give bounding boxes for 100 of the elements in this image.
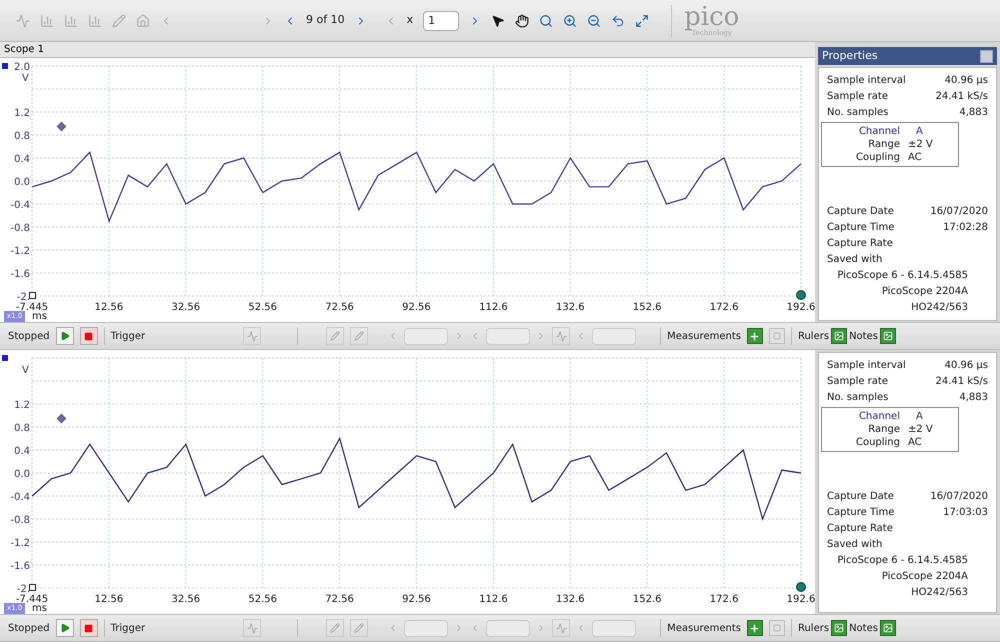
input-field[interactable] (486, 620, 530, 636)
plus-icon (749, 622, 760, 634)
property-label: Coupling (854, 151, 901, 165)
property-value: 4,883 (959, 106, 988, 120)
input-field[interactable] (592, 328, 636, 344)
input-field[interactable] (592, 620, 636, 636)
x-tick-label: -7.445 (16, 594, 48, 605)
falling-edge-button[interactable] (350, 327, 368, 345)
property-label: Capture Rate (827, 236, 893, 250)
y-tick-label: 0.0 (14, 177, 30, 188)
x-tick-label: 152.6 (632, 302, 662, 313)
run-button[interactable] (56, 619, 74, 637)
scope-tab[interactable]: Scope 1 (4, 42, 44, 57)
x-tick-label: 172.6 (710, 302, 738, 313)
property-label: Sample rate (827, 90, 888, 104)
pulse-button[interactable] (552, 327, 570, 345)
property-value: PicoScope 6 - 6.14.5.4585 (837, 554, 968, 568)
y-tick-label: -1.6 (10, 561, 30, 572)
bar-chart-icon[interactable] (64, 14, 78, 28)
y-tick-label: -0.4 (10, 200, 30, 211)
property-label: Capture Rate (827, 522, 893, 536)
rising-edge-button[interactable] (326, 327, 344, 345)
input-field[interactable] (404, 328, 448, 344)
rulers-button[interactable] (831, 328, 848, 344)
y-tick-label: -0.4 (10, 492, 30, 503)
y-tick-label: -1.6 (10, 269, 30, 280)
zoom-out-icon[interactable] (587, 14, 602, 28)
pencil-icon (330, 623, 340, 633)
falling-edge-button[interactable] (350, 619, 368, 637)
add-measurement-button[interactable] (746, 620, 763, 636)
pencil-icon[interactable] (112, 14, 126, 28)
input-field[interactable] (486, 328, 530, 344)
y-tick-label: 0.8 (14, 423, 30, 434)
x-tick-label: 92.56 (402, 302, 431, 313)
plus-icon (749, 330, 760, 342)
zoom-field[interactable]: 1 (423, 10, 460, 30)
ruler-handle-icon[interactable] (29, 584, 36, 591)
hand-icon[interactable] (515, 14, 530, 28)
property-value: 16/07/2020 (930, 490, 988, 504)
property-value: 40.96 µs (944, 358, 988, 372)
property-label: Saved with (827, 252, 882, 266)
property-label: Range (867, 138, 901, 152)
notes-button[interactable] (880, 328, 896, 344)
y-tick-label: 0.8 (14, 131, 30, 142)
waveform-icon (556, 330, 567, 342)
property-value: PicoScope 2204A (882, 570, 968, 584)
property-label: No. samples (827, 390, 888, 404)
x-tick-label: -7.445 (16, 302, 48, 313)
close-button[interactable] (980, 50, 993, 62)
rulers-label: Rulers (798, 330, 830, 344)
channel-marker-icon (2, 355, 8, 361)
rulers-button[interactable] (831, 620, 848, 636)
x-tick-label: 72.56 (325, 594, 354, 605)
x-tick-label: 192.6 (786, 594, 815, 605)
property-value: 16/07/2020 (930, 204, 988, 218)
x-tick-label: 112.6 (479, 594, 508, 605)
property-label: Coupling (854, 436, 901, 450)
property-value: PicoScope 2204A (882, 284, 968, 298)
stop-button[interactable] (80, 327, 98, 345)
bar-chart-icon[interactable] (40, 14, 54, 28)
y-tick-label: 1.2 (14, 108, 30, 119)
pulse-button[interactable] (552, 619, 570, 637)
notes-button[interactable] (880, 620, 896, 636)
undo-icon[interactable] (611, 14, 626, 28)
property-label: Capture Date (827, 490, 894, 504)
waveform-icon (246, 330, 258, 342)
time-unit-label: ms (32, 602, 47, 614)
waveform-icon (556, 622, 567, 634)
trigger-mode-button[interactable] (243, 619, 262, 637)
rising-edge-button[interactable] (326, 619, 344, 637)
y-tick-label: -0.8 (10, 515, 30, 526)
property-value: 24.41 kS/s (935, 374, 988, 388)
status-text: Stopped (8, 622, 50, 636)
property-value: PicoScope 6 - 6.14.5.4585 (837, 268, 968, 282)
waveform-icon[interactable] (16, 14, 30, 28)
home-icon[interactable] (136, 14, 150, 28)
pointer-icon[interactable] (491, 14, 506, 28)
square-icon (772, 624, 781, 632)
bar-chart-icon[interactable] (88, 14, 102, 28)
measurements-label: Measurements (667, 330, 741, 344)
unit-label: V (22, 364, 29, 378)
x-tick-label: 112.6 (479, 302, 508, 313)
stop-button[interactable] (80, 619, 98, 637)
y-tick-label: -1.2 (10, 538, 30, 549)
x-tick-label: 172.6 (710, 594, 738, 605)
trigger-label: Trigger (110, 622, 146, 636)
trigger-mode-button[interactable] (243, 327, 262, 345)
waveform-icon (246, 622, 258, 634)
run-button[interactable] (56, 327, 74, 345)
add-measurement-button[interactable] (746, 328, 763, 344)
search-icon[interactable] (539, 14, 554, 28)
input-field[interactable] (404, 620, 448, 636)
property-label: Channel (858, 125, 901, 139)
ruler-handle-icon[interactable] (29, 292, 36, 299)
property-label: Sample interval (827, 74, 906, 88)
property-value: A (915, 410, 923, 424)
x-tick-label: 92.56 (402, 594, 431, 605)
time-unit-label: ms (32, 310, 47, 322)
zoom-in-icon[interactable] (563, 14, 578, 28)
x-tick-label: 72.56 (325, 302, 354, 313)
